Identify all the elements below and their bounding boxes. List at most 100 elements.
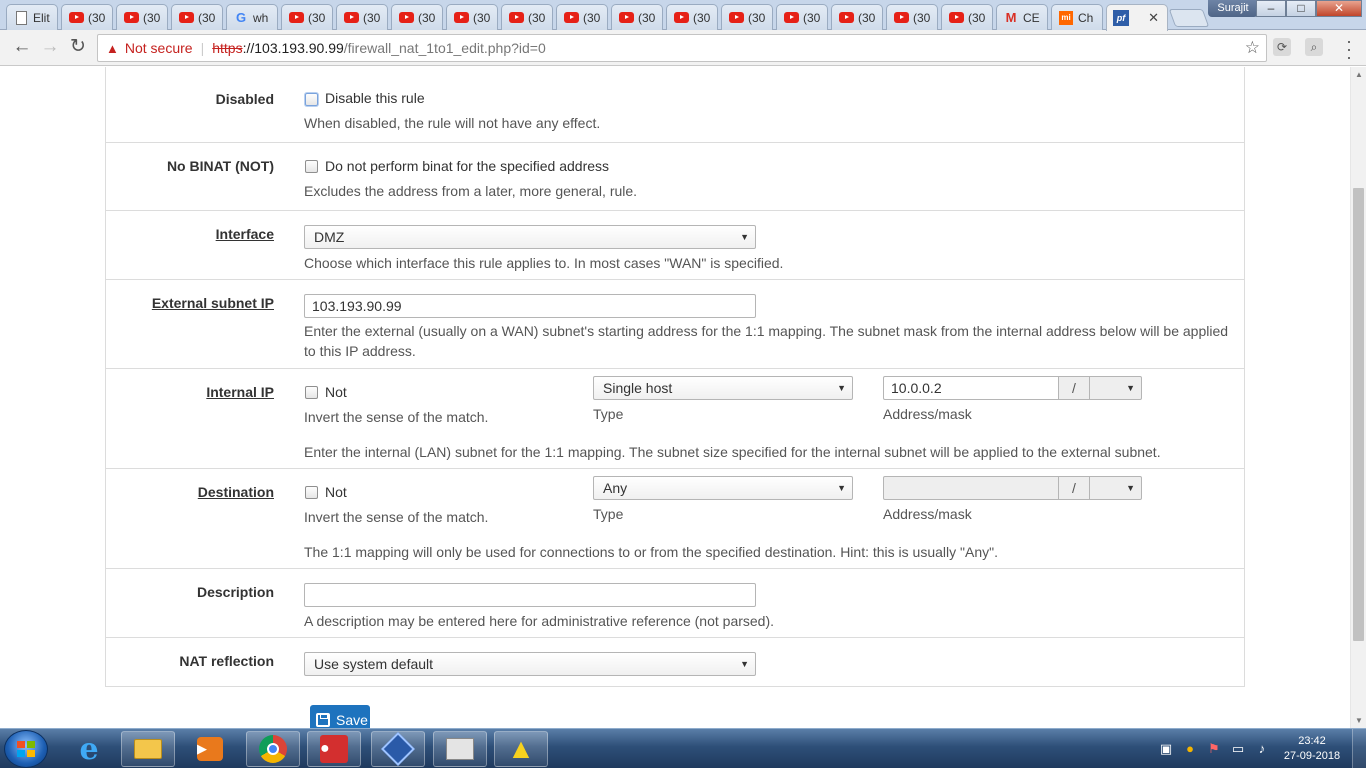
extension-sync-icon[interactable]: ⟳ <box>1273 38 1291 56</box>
close-tab-icon[interactable]: ✕ <box>1148 10 1159 26</box>
browser-tab[interactable]: (30 <box>281 4 333 30</box>
internal-not-help: Invert the sense of the match. <box>304 409 489 425</box>
forward-button[interactable]: → <box>38 36 62 60</box>
nobinat-checkbox-label[interactable]: Do not perform binat for the specified a… <box>325 158 609 174</box>
minimize-button[interactable]: – <box>1256 0 1286 17</box>
browser-tab-title: Ch <box>1078 10 1094 25</box>
pfsense-icon: pf <box>1113 10 1129 26</box>
browser-tab[interactable]: Elit <box>6 4 58 30</box>
nat-reflection-select[interactable]: Use system default ▼ <box>304 652 756 676</box>
description-help: A description may be entered here for ad… <box>304 613 775 629</box>
browser-tab[interactable]: (30 <box>721 4 773 30</box>
browser-tab[interactable]: (30 <box>611 4 663 30</box>
bookmark-star-icon[interactable]: ☆ <box>1245 38 1260 58</box>
description-input[interactable] <box>304 583 756 607</box>
internal-address-input[interactable]: 10.0.0.2 <box>883 376 1059 400</box>
display-tray-icon[interactable]: ▭ <box>1230 741 1246 757</box>
destination-type-select[interactable]: Any ▼ <box>593 476 853 500</box>
browser-tab[interactable]: pf ✕ <box>1106 4 1168 31</box>
internal-mask-select[interactable]: ▼ <box>1089 376 1142 400</box>
document-app-icon[interactable] <box>433 731 487 767</box>
description-label: Description <box>196 584 274 600</box>
maximize-button[interactable]: □ <box>1286 0 1316 17</box>
browser-tab[interactable]: (30 <box>446 4 498 30</box>
destination-not-checkbox[interactable] <box>305 486 318 499</box>
windows-logo-icon <box>17 741 35 757</box>
browser-menu-icon[interactable]: · · · <box>1346 32 1352 66</box>
extension-search-icon[interactable]: ⌕ <box>1305 38 1323 56</box>
back-button[interactable]: ← <box>10 36 34 60</box>
browser-tab[interactable]: (30 <box>831 4 883 30</box>
youtube-icon <box>618 10 634 26</box>
internal-not-label[interactable]: Not <box>325 384 347 400</box>
address-bar[interactable]: ▲ Not secure | https ://103.193.90.99 /f… <box>97 34 1267 62</box>
browser-tab-title: (30 <box>693 10 711 25</box>
file-explorer-icon[interactable] <box>121 731 175 767</box>
browser-tab-title: Elit <box>33 10 50 25</box>
destination-address-input[interactable] <box>883 476 1059 500</box>
browser-tab-title: (30 <box>363 10 381 25</box>
internal-not-checkbox[interactable] <box>305 386 318 399</box>
browser-tab[interactable]: (30 <box>501 4 553 30</box>
chevron-down-icon: ▼ <box>740 659 749 669</box>
virtualbox-icon[interactable] <box>371 731 425 767</box>
browser-tab[interactable]: (30 <box>116 4 168 30</box>
nat-reflection-label: NAT reflection <box>179 653 274 669</box>
browser-tab[interactable]: M CE <box>996 4 1048 30</box>
destination-not-help: Invert the sense of the match. <box>304 509 489 525</box>
media-player-icon[interactable]: ▶ <box>183 731 237 767</box>
chrome-tray-icon[interactable]: ● <box>1182 741 1198 757</box>
browser-tab[interactable]: (30 <box>336 4 388 30</box>
browser-tab-title: (30 <box>198 10 216 25</box>
destination-label[interactable]: Destination <box>198 484 274 500</box>
interface-label[interactable]: Interface <box>216 226 274 242</box>
show-desktop-button[interactable] <box>1352 729 1366 768</box>
internal-mask-slash: / <box>1058 376 1090 400</box>
browser-tab[interactable]: (30 <box>666 4 718 30</box>
nobinat-checkbox[interactable] <box>305 160 318 173</box>
browser-tab-title: (30 <box>748 10 766 25</box>
scroll-up-arrow-icon[interactable]: ▲ <box>1354 70 1364 79</box>
destination-mask-slash: / <box>1058 476 1090 500</box>
disabled-checkbox[interactable] <box>305 93 318 106</box>
taskbar-clock[interactable]: 23:42 27-09-2018 <box>1282 734 1342 764</box>
internal-ip-label[interactable]: Internal IP <box>206 384 274 400</box>
external-ip-input[interactable]: 103.193.90.99 <box>304 294 756 318</box>
internal-ip-help: Enter the internal (LAN) subnet for the … <box>304 444 1161 460</box>
reload-button[interactable]: ↻ <box>66 36 90 60</box>
start-button[interactable] <box>4 730 48 768</box>
internet-explorer-icon[interactable]: e <box>62 731 116 767</box>
not-secure-label[interactable]: Not secure <box>125 40 193 56</box>
external-ip-label[interactable]: External subnet IP <box>152 295 274 311</box>
chrome-icon[interactable] <box>246 731 300 767</box>
profile-badge[interactable]: Surajit <box>1208 0 1258 17</box>
destination-mask-select[interactable]: ▼ <box>1089 476 1142 500</box>
row-description: Description A description may be entered… <box>106 569 1244 638</box>
volume-icon[interactable]: ♪ <box>1254 741 1270 757</box>
save-button[interactable]: Save <box>310 705 370 728</box>
browser-tab[interactable]: (30 <box>171 4 223 30</box>
youtube-icon <box>783 10 799 26</box>
scroll-down-arrow-icon[interactable]: ▼ <box>1354 716 1364 725</box>
close-window-button[interactable]: ✕ <box>1316 0 1362 17</box>
internal-type-select[interactable]: Single host ▼ <box>593 376 853 400</box>
interface-select[interactable]: DMZ ▼ <box>304 225 756 249</box>
browser-tab[interactable]: (30 <box>776 4 828 30</box>
browser-tab[interactable]: (30 <box>886 4 938 30</box>
browser-tab[interactable]: (30 <box>941 4 993 30</box>
browser-tab[interactable]: Gwh <box>226 4 278 30</box>
warning-app-icon[interactable]: ▲ <box>494 731 548 767</box>
network-tray-icon[interactable]: ▣ <box>1158 741 1174 757</box>
browser-tab[interactable]: (30 <box>556 4 608 30</box>
new-tab-button[interactable] <box>1168 9 1210 27</box>
browser-tab[interactable]: mi Ch <box>1051 4 1103 30</box>
disabled-checkbox-label[interactable]: Disable this rule <box>325 90 425 106</box>
nobinat-label: No BINAT (NOT) <box>166 158 274 174</box>
scrollbar-thumb[interactable] <box>1353 188 1364 641</box>
browser-tab[interactable]: (30 <box>391 4 443 30</box>
browser-tab[interactable]: (30 <box>61 4 113 30</box>
action-center-flag-icon[interactable]: ⚑ <box>1206 741 1222 757</box>
destination-not-label[interactable]: Not <box>325 484 347 500</box>
page-scrollbar[interactable]: ▲ ▼ <box>1350 67 1366 728</box>
video-app-icon[interactable]: ● <box>307 731 361 767</box>
